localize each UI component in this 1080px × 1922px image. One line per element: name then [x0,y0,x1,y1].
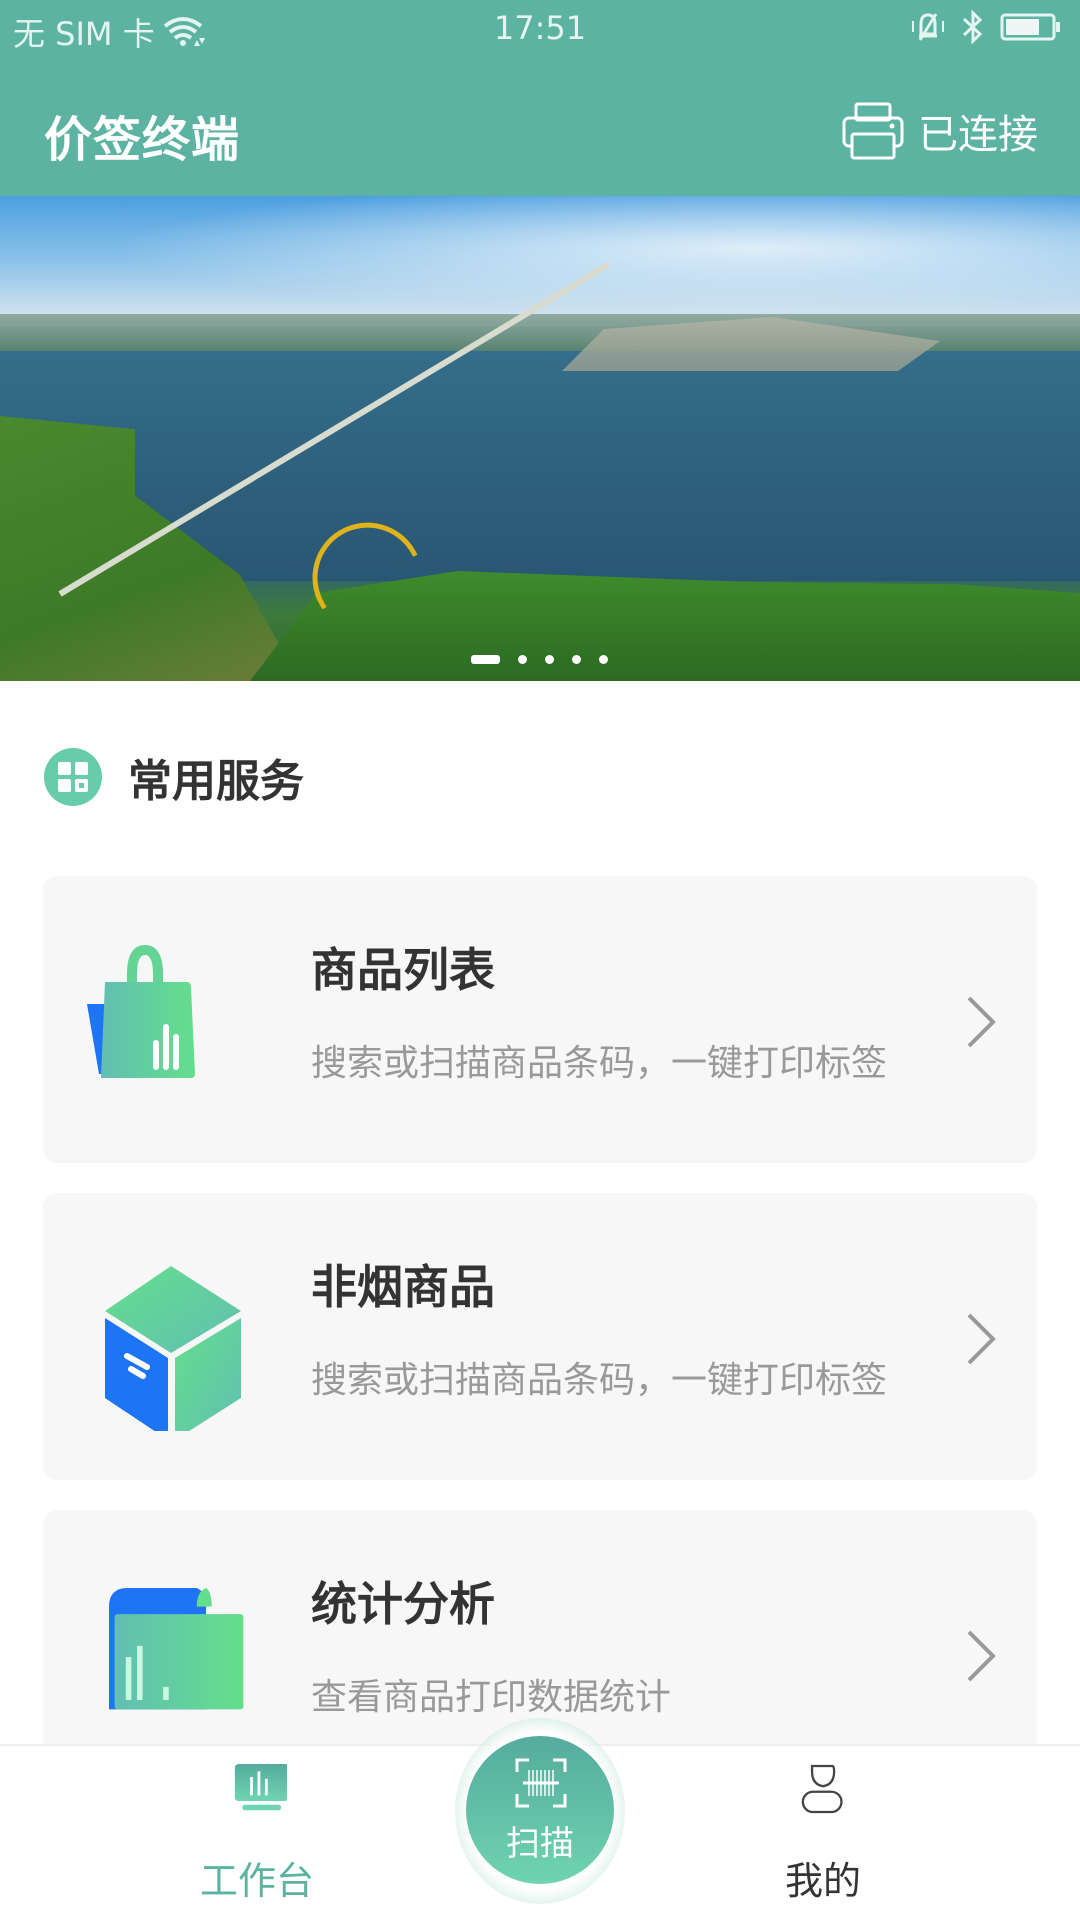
tab-mine[interactable]: 我的 [723,1746,923,1922]
printer-status-label: 已连接 [918,112,1038,158]
mute-vibrate-icon [912,13,944,41]
printer-icon [842,102,904,160]
scan-button[interactable]: 扫描 [466,1736,614,1884]
status-icons [910,10,1062,44]
service-card-non-tobacco[interactable]: 非烟商品 搜索或扫描商品条码，一键打印标签 [43,1193,1037,1480]
carousel-dot[interactable] [518,655,527,664]
carousel-dot[interactable] [572,655,581,664]
scan-label: 扫描 [506,1824,574,1864]
shopping-bag-icon [87,944,195,1078]
status-bar: 无 SIM 卡 17:51 [0,0,1080,56]
printer-connection-button[interactable]: 已连接 [842,102,1038,160]
carousel-indicator [471,655,608,664]
service-description: 查看商品打印数据统计 [311,1677,672,1718]
grid-icon [44,748,102,806]
carousel-dot[interactable] [545,655,554,664]
bluetooth-icon [962,10,983,44]
barcode-scan-icon [515,1758,567,1808]
tab-label: 工作台 [199,1859,314,1903]
service-title: 统计分析 [311,1577,495,1631]
carousel-dot-active[interactable] [471,655,500,664]
section-header: 常用服务 [44,745,304,809]
user-icon [801,1764,843,1814]
service-title: 非烟商品 [311,1260,495,1314]
box-icon [105,1266,241,1431]
stats-document-icon [109,1588,244,1710]
service-description: 搜索或扫描商品条码，一键打印标签 [311,1043,888,1084]
service-title: 商品列表 [311,943,495,997]
banner-carousel[interactable] [0,196,1080,681]
service-card-product-list[interactable]: 商品列表 搜索或扫描商品条码，一键打印标签 [43,876,1037,1163]
banner-land-bottom [250,571,1080,681]
tab-label: 我的 [784,1859,861,1903]
page-title: 价签终端 [44,112,241,168]
chevron-right-icon [967,996,996,1048]
dashboard-icon [234,1764,287,1811]
tab-workbench[interactable]: 工作台 [157,1746,357,1922]
carousel-dot[interactable] [599,655,608,664]
battery-icon [1000,13,1060,41]
service-description: 搜索或扫描商品条码，一键打印标签 [311,1360,888,1401]
chevron-right-icon [967,1313,996,1365]
app-header: 价签终端 已连接 [0,56,1080,196]
section-title: 常用服务 [128,756,304,807]
chevron-right-icon [967,1630,996,1682]
